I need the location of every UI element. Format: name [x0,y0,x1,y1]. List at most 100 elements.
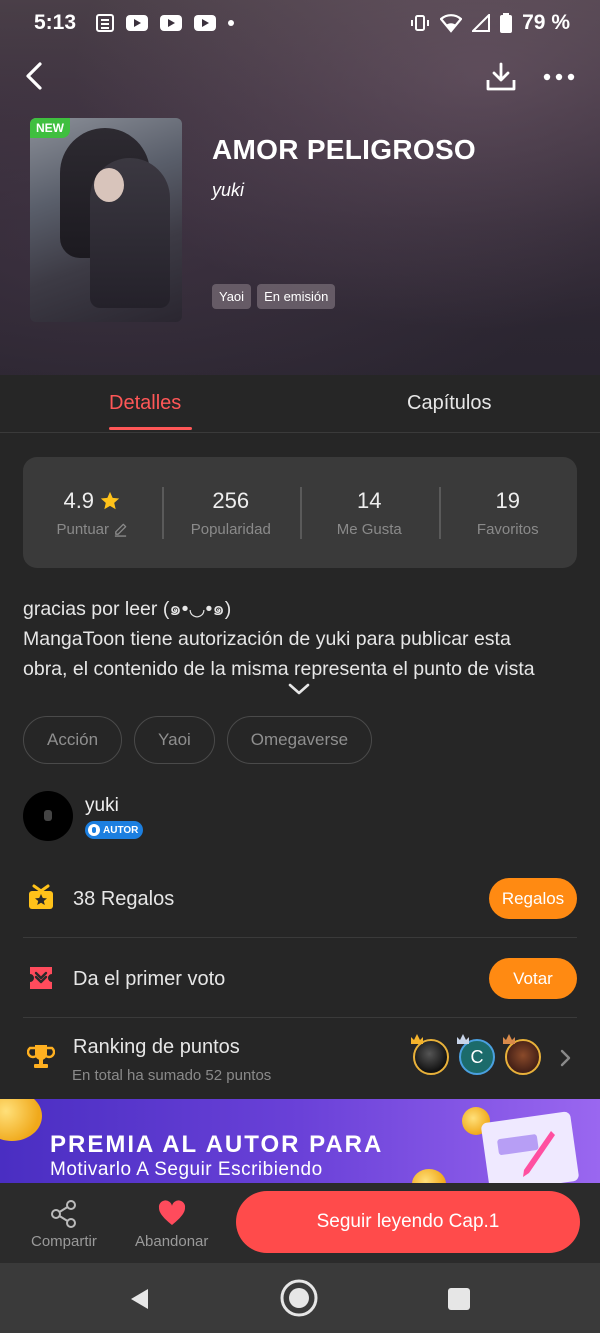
crown-icon [411,1034,423,1044]
promo-banner[interactable]: PREMIA AL AUTOR PARA Motivarlo A Seguir … [0,1099,600,1183]
pen-icon [523,1131,555,1177]
gift-icon [29,884,53,909]
vote-row: Da el primer voto Votar [23,940,577,1018]
chevron-right-icon [560,1049,571,1067]
vote-button[interactable]: Votar [489,958,577,999]
book-author[interactable]: yuki [212,180,244,201]
heart-icon [158,1200,185,1225]
status-tags: Yaoi En emisión [212,284,336,309]
active-tab-indicator [109,427,192,430]
author-badge-icon [88,824,100,836]
banner-title: PREMIA AL AUTOR PARA [50,1131,384,1158]
genre-chip[interactable]: Omegaverse [226,716,373,764]
top-fan-avatar[interactable] [503,1034,541,1075]
nav-recents-icon[interactable] [448,1288,470,1310]
tab-details[interactable]: Detalles [109,392,181,415]
description[interactable]: gracias por leer (๑•◡•๑) MangaToon tiene… [23,594,583,684]
chevron-down-icon[interactable] [287,682,311,696]
battery-level: 79 % [522,11,570,34]
coin-icon [0,1099,42,1141]
crown-icon [457,1034,469,1044]
notification-icons [96,14,235,32]
stat-label: Me Gusta [336,520,402,538]
download-icon[interactable] [484,60,518,94]
youtube-notification-icon [126,15,149,31]
stat-popularity: 256 Popularidad [161,457,301,568]
abandon-button[interactable]: Abandonar [135,1199,208,1250]
top-fan-avatar[interactable] [411,1034,449,1075]
ranking-title: Ranking de puntos [73,1036,240,1058]
stats-card: 4.9 Puntuar 256 Popularidad 14 Me Gusta … [23,457,577,568]
author-badge-label: AUTOR [103,824,139,836]
stat-favorites: 19 Favoritos [438,457,578,568]
rating-label: Puntuar [56,520,110,538]
cover-figure [94,168,124,202]
book-cover[interactable] [30,118,182,322]
wifi-icon [440,14,463,33]
new-badge: NEW [30,118,70,138]
star-icon [100,491,120,509]
author-avatar[interactable] [23,791,73,841]
pencil-icon [114,523,127,537]
ranking-subtitle: En total ha sumado 52 puntos [72,1067,272,1084]
stat-rating[interactable]: 4.9 Puntuar [23,457,162,568]
vibrate-icon [411,15,430,31]
description-line: obra, el contenido de la misma represent… [23,658,535,680]
stat-value: 14 [357,487,382,513]
stat-value: 256 [212,487,250,513]
more-options-icon[interactable] [542,66,576,88]
genre-list: Acción Yaoi Omegaverse [23,716,373,764]
abandon-label: Abandonar [135,1233,209,1250]
stat-label: Puntuar [56,521,128,538]
signal-icon [472,14,491,32]
genre-chip[interactable]: Yaoi [134,716,215,764]
gift-summary: 38 Regalos [73,888,174,911]
trophy-icon [27,1045,55,1068]
stat-likes: 14 Me Gusta [300,457,439,568]
top-fan-avatar[interactable]: C [457,1034,495,1075]
youtube-notification-icon [160,15,183,31]
genre-chip[interactable]: Acción [23,716,123,764]
ranking-avatars: C [411,1034,541,1075]
tab-bar: Detalles Capítulos [0,375,600,433]
battery-icon [500,13,513,33]
share-icon [50,1200,76,1228]
top-bar [0,58,600,98]
news-notification-icon [96,14,115,32]
share-button[interactable]: Compartir [31,1199,97,1250]
bottom-action-bar: Compartir Abandonar Seguir leyendo Cap.1 [0,1183,600,1263]
app-screen: 5:13 79 % NEW AMOR PELIGROSO yuki Yaoi E… [0,0,600,1333]
nav-back-icon[interactable] [128,1287,152,1311]
system-nav-bar [0,1263,600,1333]
avatar-letter: C [470,1047,484,1067]
stat-label: Favoritos [476,520,539,538]
gifts-row: 38 Regalos Regalos [23,860,577,938]
tab-chapters[interactable]: Capítulos [407,392,492,415]
banner-subtitle: Motivarlo A Seguir Escribiendo [50,1159,323,1180]
continue-reading-button[interactable]: Seguir leyendo Cap.1 [236,1191,580,1253]
vote-text: Da el primer voto [73,968,226,990]
youtube-notification-icon [194,15,217,31]
gift-label: Regalos [100,888,175,910]
description-line: MangaToon tiene autorización de yuki par… [23,628,511,650]
status-tag: En emisión [257,284,336,309]
description-line: gracias por leer (๑•◡•๑) [23,598,232,620]
status-bar: 5:13 79 % [0,0,600,46]
book-title: AMOR PELIGROSO [212,134,476,165]
stat-label: Popularidad [190,520,271,538]
rating-value: 4.9 [63,487,95,513]
back-arrow-icon[interactable] [20,58,48,94]
system-icons: 79 % [410,11,570,35]
status-time: 5:13 [34,11,77,34]
crown-icon [503,1034,515,1044]
share-label: Compartir [31,1233,97,1250]
stat-value: 4.9 [63,488,121,514]
gifts-button[interactable]: Regalos [489,878,577,919]
ranking-row[interactable]: Ranking de puntos En total ha sumado 52 … [23,1020,577,1098]
coin-icon [412,1169,446,1183]
nav-home-icon[interactable] [279,1278,319,1318]
author-name[interactable]: yuki [85,795,119,817]
stat-value: 19 [495,487,520,513]
more-notifications-dot-icon [228,20,235,26]
ticket-icon [30,967,52,989]
